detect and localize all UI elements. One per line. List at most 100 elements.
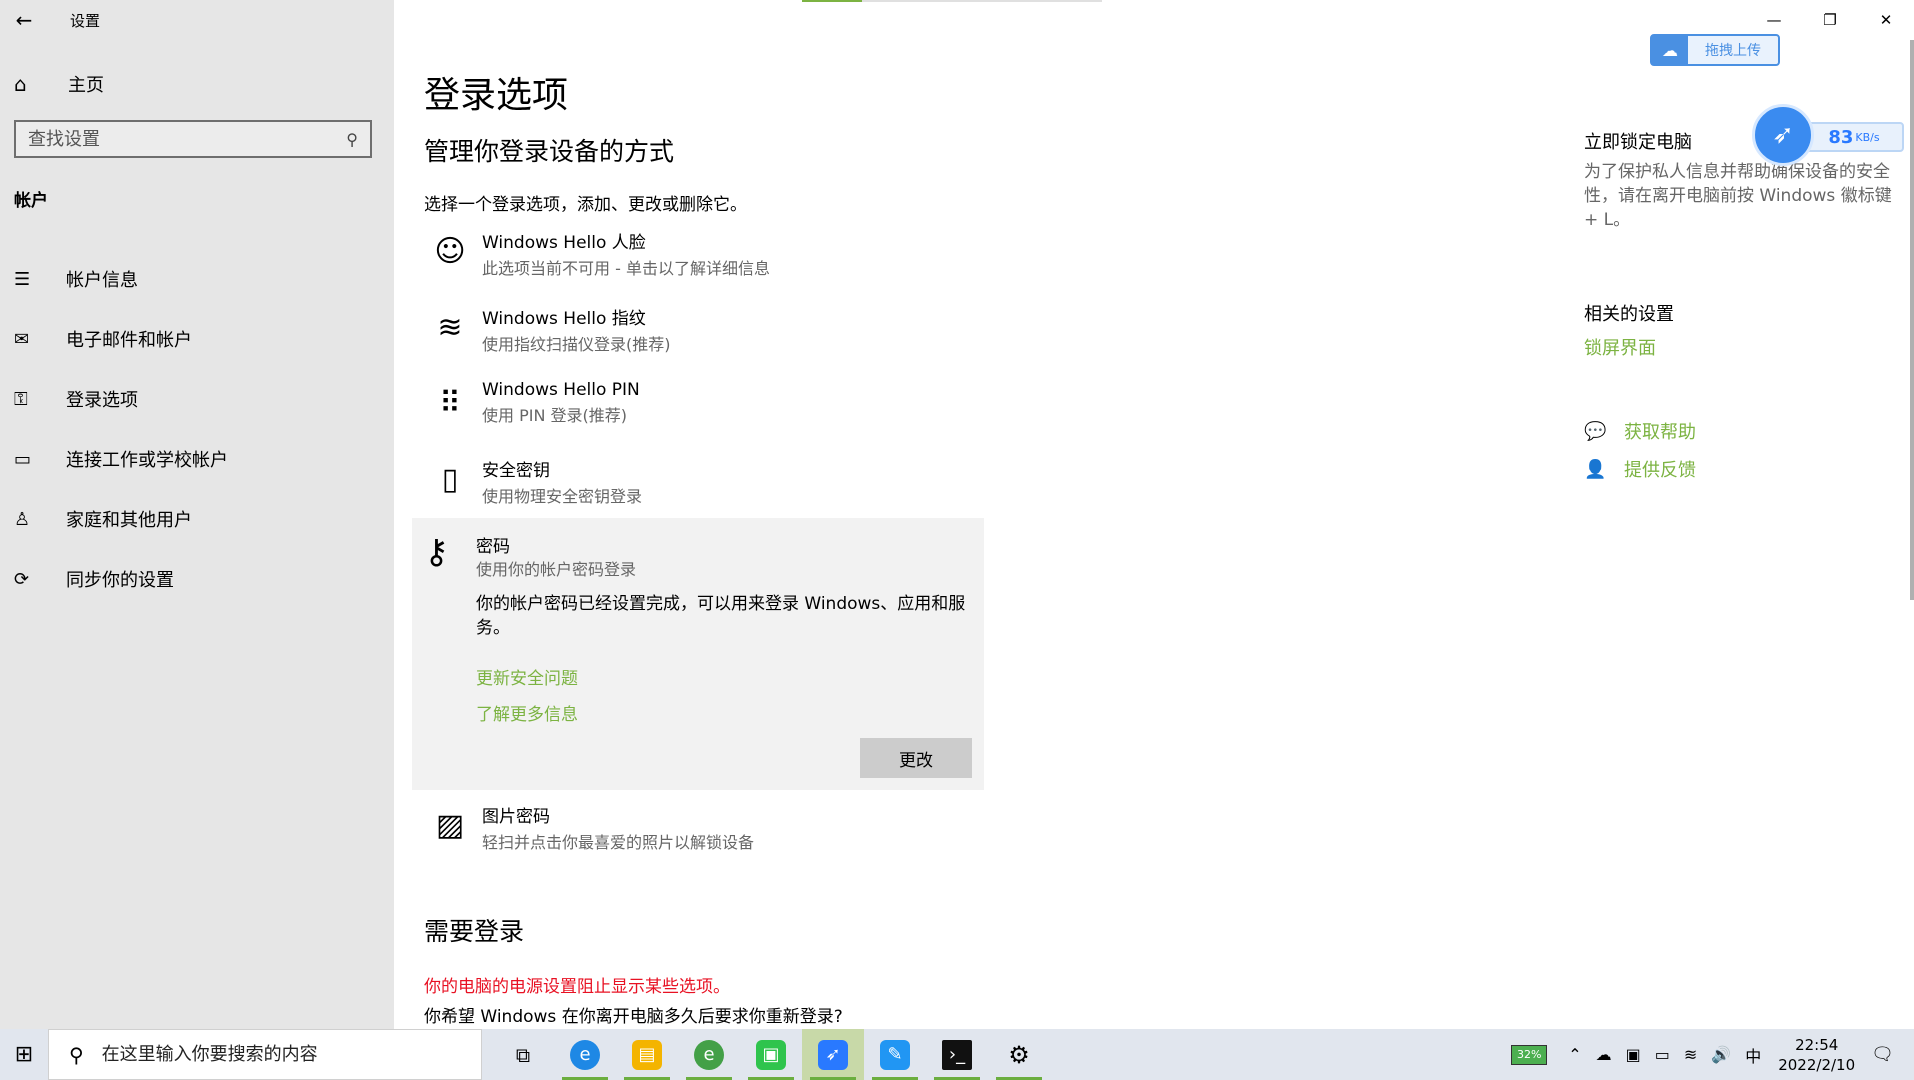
taskbar-edge[interactable]: e bbox=[554, 1029, 616, 1080]
option-name: 图片密码 bbox=[482, 807, 550, 827]
key-icon: ⚿ bbox=[14, 388, 28, 410]
sidebar-item-label: 帐户信息 bbox=[66, 270, 138, 291]
bird-shield-icon: ➶ bbox=[1752, 104, 1814, 166]
task-view-button[interactable]: ⧉ bbox=[492, 1029, 554, 1080]
sidebar-item-account-info[interactable]: ☰ 帐户信息 bbox=[0, 249, 394, 309]
get-help-link[interactable]: 💬 获取帮助 bbox=[1584, 418, 1696, 444]
clock[interactable]: 22:54 2022/2/10 bbox=[1778, 1035, 1855, 1075]
sync-icon: ⟳ bbox=[14, 568, 30, 590]
taskbar-wechat[interactable]: ▣ bbox=[740, 1029, 802, 1080]
option-desc: 使用物理安全密钥登录 bbox=[482, 487, 643, 506]
ime-indicator[interactable]: 中 bbox=[1745, 1043, 1761, 1067]
search-input[interactable] bbox=[28, 128, 328, 150]
windows-logo-icon: ⊞ bbox=[14, 1042, 34, 1067]
defender-icon[interactable]: ▣ bbox=[1626, 1045, 1641, 1064]
volume-icon[interactable]: 🔊 bbox=[1711, 1045, 1731, 1064]
taskbar-settings[interactable]: ⚙ bbox=[988, 1029, 1050, 1080]
wifi-icon[interactable]: ≋ bbox=[1684, 1045, 1697, 1064]
sidebar-item-work-school[interactable]: ▭ 连接工作或学校帐户 bbox=[0, 429, 394, 489]
restore-button[interactable]: ❐ bbox=[1802, 0, 1858, 40]
notification-icon[interactable]: 🗨 bbox=[1871, 1044, 1894, 1065]
top-accent-line bbox=[802, 0, 862, 2]
scrollbar[interactable] bbox=[1910, 40, 1914, 600]
taskbar-search-input[interactable] bbox=[101, 1044, 462, 1065]
search-icon: ⚲ bbox=[69, 1042, 84, 1067]
edge-icon: e bbox=[570, 1039, 600, 1070]
learn-more-link[interactable]: 了解更多信息 bbox=[476, 700, 578, 725]
task-view-icon: ⧉ bbox=[515, 1042, 531, 1067]
network-speed-widget[interactable]: 83 KB/s ➶ bbox=[1752, 104, 1908, 166]
cloud-icon: ☁ bbox=[1652, 36, 1688, 64]
gear-icon: ⚙ bbox=[1008, 1040, 1030, 1069]
start-button[interactable]: ⊞ bbox=[0, 1029, 48, 1080]
close-icon: ✕ bbox=[1879, 11, 1893, 29]
sidebar-item-home[interactable]: ⌂ 主页 bbox=[0, 60, 394, 108]
main-content: — ❐ ✕ 登录选项 管理你登录设备的方式 选择一个登录选项，添加、更改或删除它… bbox=[394, 0, 1914, 1029]
lock-screen-link[interactable]: 锁屏界面 bbox=[1584, 334, 1656, 360]
notes-icon: ✎ bbox=[880, 1039, 910, 1070]
get-help-label: 获取帮助 bbox=[1624, 422, 1696, 443]
taskbar-notes[interactable]: ✎ bbox=[864, 1029, 926, 1080]
sidebar-item-label: 主页 bbox=[68, 75, 104, 96]
option-hello-face[interactable]: ☺ Windows Hello 人脸 此选项当前不可用 - 单击以了解详细信息 bbox=[424, 228, 1004, 298]
feedback-icon: 👤 bbox=[1584, 458, 1607, 480]
sidebar-item-sync[interactable]: ⟳ 同步你的设置 bbox=[0, 549, 394, 609]
speed-value: 83 bbox=[1828, 126, 1854, 148]
sidebar: ← 设置 ⌂ 主页 ⚲ 帐户 ☰ 帐户信息 ✉ 电子邮件和帐户 ⚿ 登录选项 ▭… bbox=[0, 0, 394, 1029]
battery-icon[interactable]: ▭ bbox=[1655, 1045, 1670, 1064]
signin-question: 你希望 Windows 在你离开电脑多久后要求你重新登录? bbox=[424, 1007, 843, 1027]
sidebar-item-label: 电子邮件和帐户 bbox=[66, 330, 192, 351]
section-title: 帐户 bbox=[14, 191, 48, 211]
related-settings-title: 相关的设置 bbox=[1584, 304, 1674, 325]
chevron-up-icon[interactable]: ⌃ bbox=[1568, 1045, 1581, 1064]
clock-time: 22:54 bbox=[1795, 1035, 1839, 1054]
speed-unit: KB/s bbox=[1855, 130, 1880, 144]
option-name: Windows Hello 指纹 bbox=[482, 309, 646, 329]
update-security-questions-link[interactable]: 更新安全问题 bbox=[476, 664, 578, 689]
option-security-key[interactable]: ▯ 安全密钥 使用物理安全密钥登录 bbox=[424, 456, 1004, 526]
require-signin-title: 需要登录 bbox=[424, 917, 525, 946]
option-password-expanded[interactable]: ⚷ 密码 使用你的帐户密码登录 你的帐户密码已经设置完成，可以用来登录 Wind… bbox=[412, 518, 984, 790]
option-name: Windows Hello 人脸 bbox=[482, 233, 646, 253]
taskbar-terminal[interactable]: ›_ bbox=[926, 1029, 988, 1080]
restore-icon: ❐ bbox=[1823, 11, 1837, 29]
speed-readout: 83 KB/s bbox=[1804, 122, 1904, 152]
taskbar-search[interactable]: ⚲ bbox=[48, 1029, 482, 1080]
sidebar-item-family[interactable]: ♙ 家庭和其他用户 bbox=[0, 489, 394, 549]
option-name: 密码 bbox=[476, 537, 510, 557]
sidebar-item-signin-options[interactable]: ⚿ 登录选项 bbox=[0, 369, 394, 429]
chat-app-icon: ▣ bbox=[756, 1039, 786, 1070]
power-warning: 你的电脑的电源设置阻止显示某些选项。 bbox=[424, 977, 730, 997]
option-hello-pin[interactable]: ⠿ Windows Hello PIN 使用 PIN 登录(推荐) bbox=[424, 380, 1004, 450]
feedback-link[interactable]: 👤 提供反馈 bbox=[1584, 456, 1696, 482]
lock-pc-desc: 为了保护私人信息并帮助确保设备的安全性，请在离开电脑前按 Windows 徽标键… bbox=[1584, 162, 1892, 230]
clock-date: 2022/2/10 bbox=[1778, 1055, 1856, 1074]
drag-upload-button[interactable]: ☁ 拖拽上传 bbox=[1650, 34, 1780, 66]
key-icon: ⚷ bbox=[424, 532, 449, 572]
title-bar: ← 设置 bbox=[0, 0, 394, 40]
sidebar-item-email[interactable]: ✉ 电子邮件和帐户 bbox=[0, 309, 394, 369]
search-box[interactable]: ⚲ bbox=[14, 120, 372, 158]
top-divider bbox=[862, 0, 1102, 2]
option-picture-password[interactable]: ▨ 图片密码 轻扫并点击你最喜爱的照片以解锁设备 bbox=[424, 802, 1004, 872]
taskbar-download-app[interactable]: ➶ bbox=[802, 1029, 864, 1080]
battery-indicator[interactable]: 32% bbox=[1511, 1044, 1548, 1065]
help-chat-icon: 💬 bbox=[1584, 420, 1607, 442]
onedrive-icon[interactable]: ☁ bbox=[1596, 1045, 1612, 1064]
change-button[interactable]: 更改 bbox=[860, 738, 972, 778]
sidebar-item-label: 连接工作或学校帐户 bbox=[66, 450, 228, 471]
person-icon: ♙ bbox=[14, 508, 31, 530]
keypad-icon: ⠿ bbox=[439, 386, 461, 421]
taskbar-file-explorer[interactable]: ▤ bbox=[616, 1029, 678, 1080]
option-desc: 此选项当前不可用 - 单击以了解详细信息 bbox=[482, 259, 770, 278]
option-hello-fingerprint[interactable]: ≋ Windows Hello 指纹 使用指纹扫描仪登录(推荐) bbox=[424, 304, 1004, 374]
account-info-icon: ☰ bbox=[14, 268, 31, 290]
feedback-label: 提供反馈 bbox=[1624, 460, 1696, 481]
usb-key-icon: ▯ bbox=[441, 462, 459, 497]
briefcase-icon: ▭ bbox=[14, 448, 32, 470]
taskbar-browser[interactable]: e bbox=[678, 1029, 740, 1080]
close-button[interactable]: ✕ bbox=[1858, 0, 1914, 40]
fingerprint-icon: ≋ bbox=[437, 310, 463, 345]
back-button[interactable]: ← bbox=[0, 0, 48, 40]
app-title: 设置 bbox=[70, 11, 101, 30]
